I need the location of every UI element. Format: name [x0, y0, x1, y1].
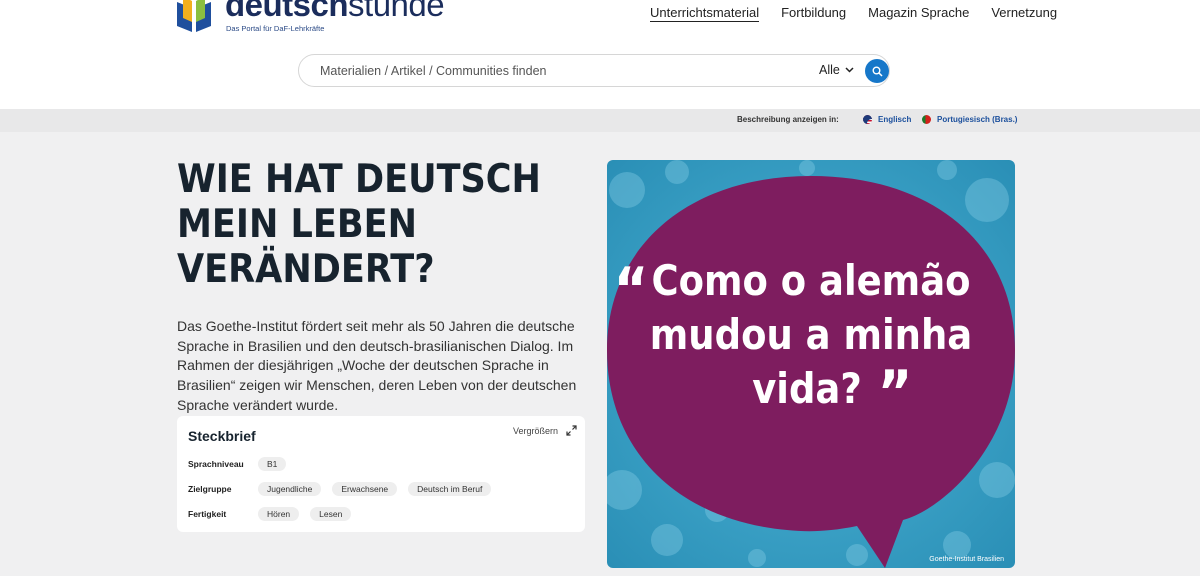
nav-item-magazin-sprache[interactable]: Magazin Sprache [868, 5, 969, 22]
us-flag-icon [863, 115, 872, 124]
hero-quote-line-2: mudou a minha [649, 310, 973, 359]
profile-tag[interactable]: Jugendliche [258, 482, 322, 496]
steckbrief-card: Steckbrief Vergrößern Sprachniveau B1 Zi… [177, 416, 585, 532]
page-title: WIE HAT DEUTSCH MEIN LEBEN VERÄNDERT? [177, 157, 541, 292]
logo-wordmark: deutschstunde [225, 0, 445, 23]
article-lead: Das Goethe-Institut fördert seit mehr al… [177, 318, 577, 413]
enlarge-label: Vergrößern [512, 425, 558, 436]
profile-row-label: Zielgruppe [188, 484, 232, 494]
steckbrief-title: Steckbrief [188, 428, 256, 444]
logo-book-icon [177, 0, 211, 32]
portugal-flag-icon [922, 115, 931, 124]
image-credit: Goethe-Institut Brasilien [929, 556, 1004, 563]
search-filter-label: Alle [819, 63, 840, 77]
profile-tag[interactable]: Lesen [310, 507, 352, 521]
profile-row-label: Sprachniveau [188, 459, 244, 469]
logo-word-light: stunde [348, 0, 445, 23]
hero-image: “ Como o alemão mudou a minha vida? ” Go… [607, 160, 1015, 568]
nav-item-fortbildung[interactable]: Fortbildung [781, 5, 846, 22]
language-option-label: Englisch [878, 115, 912, 124]
hero-quote-line-1: Como o alemão [651, 256, 971, 305]
search-filter-dropdown[interactable]: Alle [819, 63, 854, 77]
logo-tagline: Das Portal für DaF-Lehrkräfte [226, 24, 325, 33]
profile-tag[interactable]: Hören [258, 507, 300, 521]
profile-tag[interactable]: B1 [258, 457, 287, 471]
language-bar: Beschreibung anzeigen in: Englisch Portu… [0, 109, 1200, 132]
search-icon [872, 66, 883, 77]
close-quote-mark: ” [877, 358, 913, 428]
enlarge-button[interactable]: Vergrößern [513, 425, 577, 436]
profile-tag[interactable]: Erwachsene [332, 482, 398, 496]
language-bar-label: Beschreibung anzeigen in: [737, 115, 839, 124]
language-option-englisch[interactable]: Englisch [863, 115, 911, 124]
search-input[interactable] [320, 55, 790, 86]
language-option-portugiesisch[interactable]: Portugiesisch (Bras.) [922, 115, 1017, 124]
site-header: deutschstunde Das Portal für DaF-Lehrkrä… [0, 0, 1200, 109]
nav-item-vernetzung[interactable]: Vernetzung [991, 5, 1057, 22]
language-option-label: Portugiesisch (Bras.) [937, 115, 1018, 124]
expand-icon [566, 425, 577, 436]
main-nav: Unterrichtsmaterial Fortbildung Magazin … [650, 5, 1079, 22]
search-bar: Alle [298, 54, 890, 87]
chevron-down-icon [845, 67, 854, 73]
nav-item-unterrichtsmaterial[interactable]: Unterrichtsmaterial [650, 5, 760, 22]
profile-row-sprachniveau: Sprachniveau B1 [188, 457, 297, 471]
logo-word-bold: deutsch [225, 0, 349, 23]
profile-row-fertigkeit: Fertigkeit Hören Lesen [188, 507, 362, 521]
profile-row-zielgruppe: Zielgruppe Jugendliche Erwachsene Deutsc… [188, 482, 502, 496]
profile-row-label: Fertigkeit [188, 509, 227, 519]
profile-tag[interactable]: Deutsch im Beruf [408, 482, 492, 496]
search-button[interactable] [865, 59, 889, 83]
